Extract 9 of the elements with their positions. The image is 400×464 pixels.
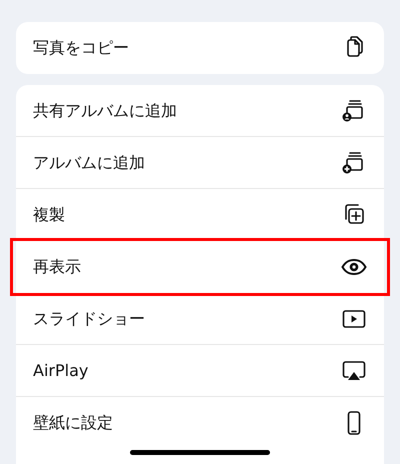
menu-item[interactable]: スライドショー xyxy=(16,293,384,345)
home-indicator[interactable] xyxy=(130,450,270,455)
menu-item[interactable]: AirPlay xyxy=(16,345,384,397)
menu-item[interactable]: 再表示 xyxy=(13,241,387,293)
menu-item[interactable]: 複製 xyxy=(16,189,384,241)
menu-item[interactable]: アルバムに追加 xyxy=(16,137,384,189)
menu-item[interactable]: 共有アルバムに追加 xyxy=(16,85,384,137)
menu-item[interactable]: 壁紙に設定 xyxy=(16,397,384,449)
menu-item[interactable]: 写真をコピー xyxy=(16,22,384,74)
